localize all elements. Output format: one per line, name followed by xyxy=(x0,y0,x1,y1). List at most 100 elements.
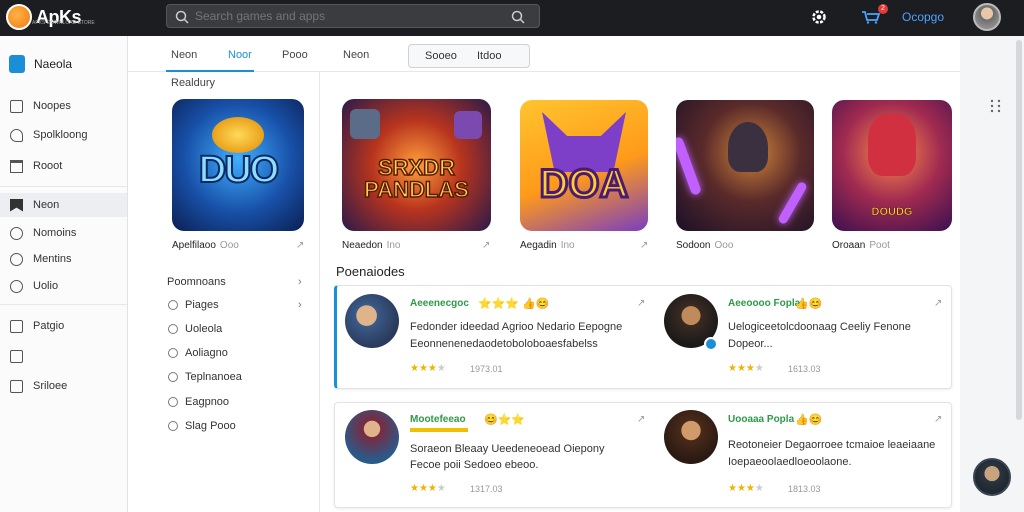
app-logo[interactable]: ApKs xyxy=(6,4,82,30)
grid-menu-icon[interactable] xyxy=(990,99,1002,113)
more-icon[interactable]: ↗ xyxy=(934,298,942,309)
sidebar-item-label: Mentins xyxy=(33,253,72,265)
sidebar-brand[interactable]: Naeola xyxy=(9,55,72,73)
tile-more-icon[interactable]: ↗ xyxy=(296,240,304,251)
reviewer-badges: ⭐⭐⭐ 👍😊 xyxy=(478,298,550,310)
rating-stars-empty: ★ xyxy=(754,483,764,494)
review-text-line: Fecoe poii Sedoeo ebeoo. xyxy=(410,459,539,471)
sidebar-item-bookmarks[interactable]: Neon xyxy=(0,193,127,217)
mid-list-item[interactable]: Uoleola xyxy=(168,323,222,335)
calendar-icon xyxy=(10,159,23,173)
more-icon[interactable]: ↗ xyxy=(637,414,645,425)
tile-caption-4[interactable]: Sodoon Ooo xyxy=(676,240,733,251)
tab-3[interactable]: Pooo xyxy=(282,49,308,61)
sidebar-divider xyxy=(0,304,127,305)
review-text-line: Soraeon Bleaay Ueedeneoead Oiepony xyxy=(410,443,605,455)
search-input[interactable] xyxy=(195,8,495,24)
circle-icon xyxy=(168,300,178,310)
rating-stars-filled: ★★★ xyxy=(410,363,437,374)
review-text-line: Dopeor... xyxy=(728,338,773,350)
reviewer-badges: 😊⭐⭐ xyxy=(484,414,526,426)
review-text-line: Ioepaeoolaedloeoolaone. xyxy=(728,456,852,468)
sidebar-item-clock[interactable]: Uolio xyxy=(0,274,127,298)
brand-icon xyxy=(9,55,25,73)
mid-list-item[interactable]: Slag Pooo xyxy=(168,420,236,432)
document-icon xyxy=(10,319,23,333)
tile-art-text: DOA xyxy=(538,161,630,208)
segment-option-2[interactable]: Itdoo xyxy=(477,50,501,62)
tile-more-icon[interactable]: ↗ xyxy=(640,240,648,251)
tile-art-shape xyxy=(676,136,702,196)
tile-art-text: DUO xyxy=(198,148,280,192)
rating-stars-empty: ★ xyxy=(436,483,446,494)
reviewer-avatar[interactable] xyxy=(345,294,399,348)
search-submit-icon[interactable] xyxy=(511,10,525,24)
sidebar-item-window[interactable]: Sriloee xyxy=(0,374,127,398)
tile-subtitle: Ino xyxy=(560,240,575,251)
mid-list-label: Aoliagno xyxy=(185,347,228,359)
recommendations-title: Poenaiodes xyxy=(336,264,405,279)
circle-icon xyxy=(168,324,178,334)
game-tile-4[interactable] xyxy=(676,100,814,231)
rating-stars: ★★★★ xyxy=(410,363,446,374)
more-icon[interactable]: ↗ xyxy=(934,414,942,425)
review-text-line: Reotoneier Degaorroee tcmaioe leaeiaane xyxy=(728,439,936,451)
reviewer-name[interactable]: Aeeoooo Fopla xyxy=(728,298,800,309)
sidebar-item-tags[interactable]: Spolkloong xyxy=(0,123,127,147)
highlight-bar xyxy=(410,428,468,432)
game-tile-3[interactable]: DOA xyxy=(520,100,648,231)
reviewer-name[interactable]: Aeeenecgoc xyxy=(410,298,469,309)
sidebar-item-home[interactable]: Noopes xyxy=(0,94,127,118)
game-tile-5[interactable]: DOUDG xyxy=(832,100,952,231)
more-icon[interactable]: ↗ xyxy=(637,298,645,309)
reviewer-name[interactable]: Uooaaa Popla xyxy=(728,414,794,425)
tab-2[interactable]: Noor xyxy=(228,49,252,61)
window-icon xyxy=(10,379,23,393)
tile-title: Oroaan xyxy=(832,240,866,251)
user-avatar[interactable] xyxy=(973,3,1001,31)
tile-art-shape xyxy=(777,180,808,226)
reviewer-avatar[interactable] xyxy=(345,410,399,464)
section-label: Realdury xyxy=(171,77,216,89)
rating-stars: ★★★★ xyxy=(410,483,446,494)
chevron-right-icon[interactable]: › xyxy=(298,276,302,288)
sidebar-item-chart[interactable] xyxy=(0,344,127,368)
reviewer-name[interactable]: Mootefeeao xyxy=(410,414,466,425)
tile-caption-3[interactable]: Aegadin Ino xyxy=(520,240,575,251)
tile-title: Neaedon xyxy=(342,240,383,251)
segment-option-1[interactable]: Sooeo xyxy=(425,50,457,62)
tile-caption-1[interactable]: Apelfilaoo Ooo xyxy=(172,240,239,251)
mid-list-item[interactable]: Aoliagno xyxy=(168,347,228,359)
reviewer-avatar[interactable] xyxy=(664,410,718,464)
rating-stars: ★★★★ xyxy=(728,363,764,374)
tab-1[interactable]: Neon xyxy=(171,49,197,61)
chevron-right-icon[interactable]: › xyxy=(298,299,302,311)
tile-art-shape xyxy=(868,114,916,176)
segmented-control: Sooeo Itdoo xyxy=(408,44,530,68)
sidebar-item-document[interactable]: Patgio xyxy=(0,314,127,338)
cart-badge: 2 xyxy=(878,4,888,14)
mid-list-item[interactable]: Piages xyxy=(168,299,219,311)
mid-list-header[interactable]: Poomnoans xyxy=(167,276,226,288)
tile-caption-5[interactable]: Oroaan Poot xyxy=(832,240,890,251)
chat-avatar-button[interactable] xyxy=(973,458,1011,496)
logo-mark xyxy=(6,4,32,30)
mid-list-item[interactable]: Teplnanoea xyxy=(168,371,242,383)
gear-icon[interactable] xyxy=(810,8,828,26)
sidebar-item-globe[interactable]: Nomoins xyxy=(0,221,127,245)
scrollbar[interactable] xyxy=(1016,40,1022,420)
tile-art-shape xyxy=(728,122,768,172)
search-box[interactable] xyxy=(166,4,540,28)
tile-more-icon[interactable]: ↗ xyxy=(482,240,490,251)
user-name[interactable]: Ocopgo xyxy=(902,10,944,24)
review-text-line: Eeonnenenedaodetoboloboaesfabelss xyxy=(410,338,598,350)
sidebar-divider xyxy=(0,186,127,187)
mid-list-item[interactable]: Eagpnoo xyxy=(168,396,229,408)
tile-caption-2[interactable]: Neaedon Ino xyxy=(342,240,401,251)
sidebar-item-calendar[interactable]: Rooot xyxy=(0,154,127,178)
sidebar-item-mentions[interactable]: Mentins xyxy=(0,247,127,271)
tab-4[interactable]: Neon xyxy=(343,49,369,61)
game-tile-2[interactable]: SRXDR PANDLAS xyxy=(342,99,491,231)
mid-list-label: Eagpnoo xyxy=(185,396,230,408)
game-tile-1[interactable]: DUO xyxy=(172,99,304,231)
